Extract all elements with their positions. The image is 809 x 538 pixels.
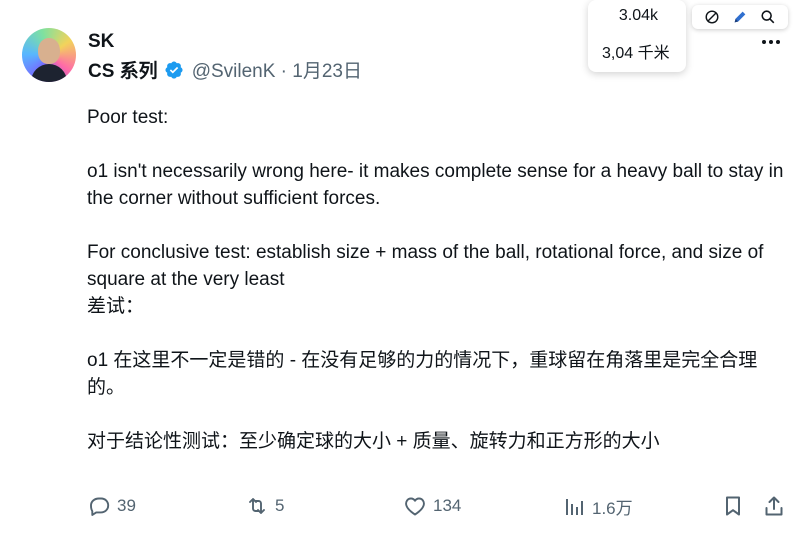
floating-toolbar bbox=[692, 5, 788, 29]
post-line-2: o1 isn't necessarily wrong here- it make… bbox=[87, 161, 784, 209]
dot-icon bbox=[769, 40, 773, 44]
repost-button[interactable]: 5 bbox=[245, 494, 284, 518]
search-icon[interactable] bbox=[759, 8, 777, 26]
heart-icon bbox=[405, 497, 425, 516]
action-bar: 39 5 134 1.6万 bbox=[87, 494, 787, 524]
dot-icon bbox=[762, 40, 766, 44]
post-cn-line-1: 差试： bbox=[87, 296, 145, 317]
like-count: 134 bbox=[433, 496, 462, 515]
author-subname[interactable]: CS 系列 bbox=[88, 56, 158, 83]
like-button[interactable]: 134 bbox=[403, 494, 461, 518]
verified-badge-icon bbox=[165, 60, 183, 79]
bookmark-button[interactable] bbox=[721, 494, 745, 518]
conversion-popup: 3.04k 3,04 千米 bbox=[588, 0, 686, 72]
slash-circle-icon[interactable] bbox=[703, 8, 721, 26]
dot-icon bbox=[776, 40, 780, 44]
reply-button[interactable]: 39 bbox=[87, 494, 136, 518]
bookmark-icon bbox=[726, 496, 740, 516]
pencil-icon[interactable] bbox=[731, 8, 749, 26]
popup-value-1: 3.04k bbox=[618, 7, 658, 24]
reply-icon bbox=[90, 497, 110, 516]
analytics-icon bbox=[566, 498, 583, 515]
reply-count: 39 bbox=[117, 496, 136, 515]
post-cn-line-2: o1 在这里不一定是错的 - 在没有足够的力的情况下，重球留在角落里是完全合理的… bbox=[87, 350, 758, 398]
view-count: 1.6万 bbox=[592, 499, 633, 518]
post-content: Poor test: o1 isn't necessarily wrong he… bbox=[87, 104, 787, 455]
author-name[interactable]: SK bbox=[88, 31, 114, 53]
post-cn-line-3: 对于结论性测试：至少确定球的大小 + 质量、旋转力和正方形的大小 bbox=[87, 431, 660, 452]
repost-icon bbox=[249, 498, 265, 514]
share-button[interactable] bbox=[762, 494, 786, 518]
avatar-face bbox=[38, 38, 60, 64]
post-line-3: For conclusive test: establish size + ma… bbox=[87, 242, 764, 290]
avatar-shirt bbox=[31, 64, 67, 82]
more-options-button[interactable] bbox=[762, 36, 786, 48]
share-icon bbox=[765, 496, 783, 516]
avatar[interactable] bbox=[22, 28, 76, 82]
views-button[interactable]: 1.6万 bbox=[562, 494, 633, 519]
popup-value-2: 3,04 千米 bbox=[602, 45, 670, 62]
author-handle[interactable]: @SvilenK · 1月23日 bbox=[192, 56, 362, 83]
repost-count: 5 bbox=[275, 496, 285, 515]
author-subline: CS 系列 @SvilenK · 1月23日 bbox=[88, 56, 362, 83]
post-line-1: Poor test: bbox=[87, 107, 169, 128]
